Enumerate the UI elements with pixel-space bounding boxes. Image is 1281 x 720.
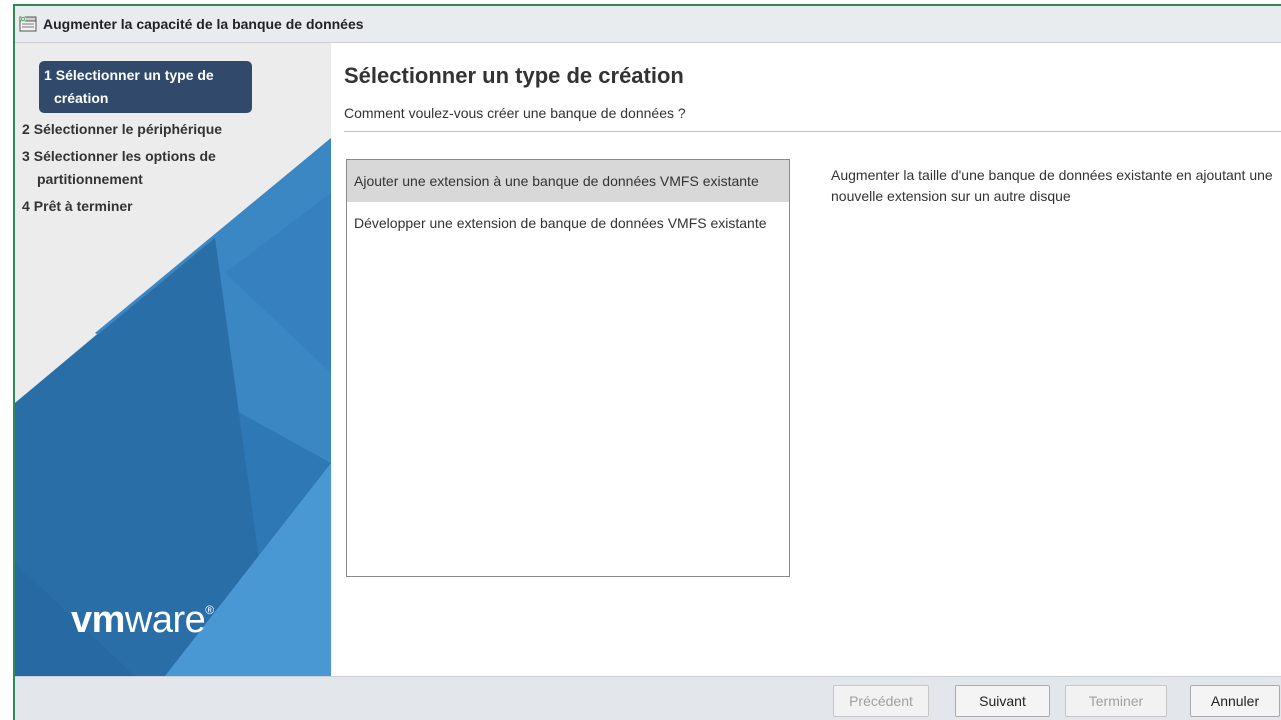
previous-button[interactable]: Précédent xyxy=(833,685,929,717)
step-ready-to-complete[interactable]: 4 Prêt à terminer xyxy=(15,193,331,220)
wizard-window: Augmenter la capacité de la banque de do… xyxy=(13,4,1281,720)
vmware-logo: vmware® xyxy=(71,599,214,641)
datastore-icon xyxy=(19,16,37,32)
page-subtitle: Comment voulez-vous créer une banque de … xyxy=(344,105,686,121)
creation-type-list[interactable]: Ajouter une extension à une banque de do… xyxy=(346,159,790,577)
next-button[interactable]: Suivant xyxy=(955,685,1050,717)
title-bar: Augmenter la capacité de la banque de do… xyxy=(15,6,1281,43)
wizard-footer: Précédent Suivant Terminer Annuler xyxy=(15,676,1281,720)
cancel-button[interactable]: Annuler xyxy=(1190,685,1280,717)
page-title: Sélectionner un type de création xyxy=(344,63,684,88)
finish-button[interactable]: Terminer xyxy=(1065,685,1167,717)
window-title: Augmenter la capacité de la banque de do… xyxy=(43,16,364,32)
wizard-content: Sélectionner un type de création Comment… xyxy=(331,43,1281,676)
option-add-extent[interactable]: Ajouter une extension à une banque de do… xyxy=(347,160,789,202)
header-divider xyxy=(344,131,1281,132)
step-partition-options[interactable]: 3 Sélectionner les options de partitionne… xyxy=(15,143,307,193)
wizard-sidebar: 1 Sélectionner un type de création 2 Sélec… xyxy=(15,43,331,676)
option-expand-extent[interactable]: Développer une extension de banque de do… xyxy=(347,202,789,244)
step-select-creation-type[interactable]: 1 Sélectionner un type de création xyxy=(39,61,252,113)
option-description: Augmenter la taille d'une banque de donn… xyxy=(831,167,1273,204)
wizard-steps: 1 Sélectionner un type de création 2 Sélec… xyxy=(15,61,331,220)
step-select-device[interactable]: 2 Sélectionner le périphérique xyxy=(15,116,331,143)
